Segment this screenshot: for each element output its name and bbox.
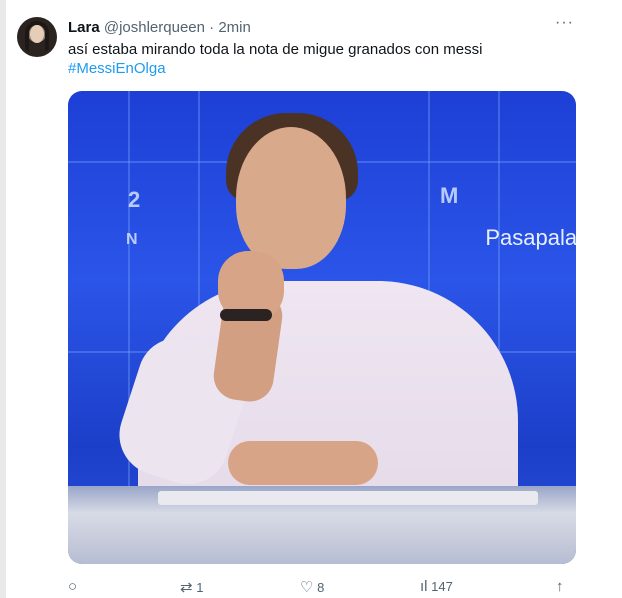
person-face bbox=[236, 127, 346, 269]
background-glyph: M bbox=[440, 183, 459, 208]
retweet-button[interactable]: ⇄ 1 bbox=[180, 578, 203, 596]
retweet-icon: ⇄ bbox=[180, 579, 193, 596]
handle-text[interactable]: @joshlerqueen bbox=[104, 19, 205, 36]
left-divider bbox=[0, 0, 6, 598]
hashtag-link[interactable]: #MessiEnOlga bbox=[68, 59, 166, 79]
like-count: 8 bbox=[317, 580, 325, 595]
views-button[interactable]: ıl 147 bbox=[420, 578, 453, 595]
tweet-header: Lara @joshlerqueen · 2min bbox=[68, 18, 251, 38]
background-glyph: 2 bbox=[128, 187, 141, 212]
action-bar: ○ ⇄ 1 ♡ 8 ıl 147 ↑ bbox=[68, 578, 578, 598]
show-logo-text: Pasapalal bbox=[485, 225, 576, 250]
reply-icon: ○ bbox=[68, 578, 78, 595]
more-horizontal-icon[interactable]: ··· bbox=[555, 14, 574, 32]
views-count: 147 bbox=[431, 579, 453, 594]
bracelet bbox=[220, 309, 272, 321]
tweet-text: así estaba mirando toda la nota de migue… bbox=[68, 41, 483, 58]
like-button[interactable]: ♡ 8 bbox=[300, 578, 324, 596]
share-icon: ↑ bbox=[556, 578, 564, 595]
separator-dot: · bbox=[209, 19, 215, 36]
avatar-face bbox=[30, 25, 44, 43]
share-button[interactable]: ↑ bbox=[556, 578, 564, 595]
desk-papers bbox=[158, 491, 538, 505]
retweet-count: 1 bbox=[196, 580, 204, 595]
views-icon: ıl bbox=[420, 578, 428, 595]
author-handle[interactable]: @joshlerqueen · 2min bbox=[104, 19, 251, 36]
tweet-card[interactable]: Lara @joshlerqueen · 2min ··· así estaba… bbox=[0, 0, 622, 598]
tweet-media-image[interactable]: 2 M N Pasapalal bbox=[68, 91, 576, 564]
timestamp[interactable]: 2min bbox=[218, 19, 251, 36]
person-resting-hand bbox=[228, 441, 378, 485]
reply-button[interactable]: ○ bbox=[68, 578, 77, 595]
author-name[interactable]: Lara bbox=[68, 19, 100, 36]
like-icon: ♡ bbox=[300, 579, 314, 596]
background-glyph: N bbox=[126, 231, 138, 248]
avatar[interactable] bbox=[17, 17, 57, 57]
